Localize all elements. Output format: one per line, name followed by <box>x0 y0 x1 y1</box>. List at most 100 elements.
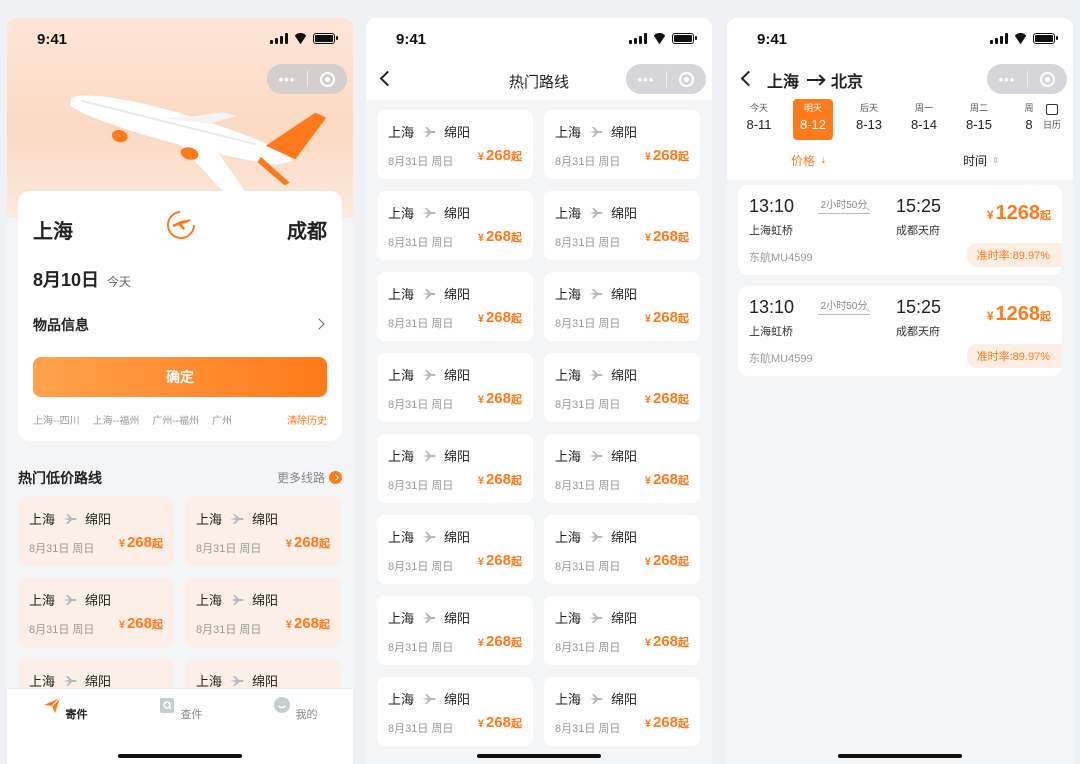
plane-icon <box>63 675 77 686</box>
history-item[interactable]: 广州 <box>212 412 232 427</box>
route-card[interactable]: 上海 绵阳 8月31日 周日 ¥268 起 <box>377 515 533 584</box>
history-item[interactable]: 上海--四川 <box>33 412 80 427</box>
route-card[interactable]: 上海 绵阳 8月31日 周日 ¥268 起 <box>377 272 533 341</box>
route-card[interactable]: 上海 绵阳 8月31日 周日 ¥268 起 <box>544 191 700 260</box>
mini-program-capsule[interactable]: ••• <box>987 64 1067 94</box>
tab-track[interactable]: 查件 <box>150 695 210 722</box>
calendar-button[interactable]: 日历 <box>1039 104 1065 131</box>
route-to: 绵阳 <box>611 611 638 626</box>
confirm-button[interactable]: 确定 <box>33 357 327 397</box>
duration-arrow-icon <box>818 213 870 214</box>
mini-program-capsule[interactable]: ••• <box>626 64 706 94</box>
route-date: 8月31日 周日 <box>29 624 95 636</box>
date-tab[interactable]: 周一 8-14 <box>904 102 944 132</box>
close-target-icon[interactable] <box>667 71 706 87</box>
route-card[interactable]: 上海 绵阳 8月31日 周日 ¥268 起 <box>185 578 341 647</box>
route-card[interactable]: 上海 绵阳 8月31日 周日 ¥268 起 <box>544 677 700 746</box>
plane-icon <box>422 207 436 218</box>
route-title: 上海 北京 <box>767 68 863 92</box>
history-item[interactable]: 广州--福州 <box>152 412 199 427</box>
route-card[interactable]: 上海 绵阳 8月31日 周日 ¥268 起 <box>544 515 700 584</box>
route-card[interactable]: 上海 绵阳 8月31日 周日 ¥268 起 <box>544 110 700 179</box>
route-to: 绵阳 <box>611 206 638 221</box>
route-to: 绵阳 <box>252 593 279 608</box>
goods-info-row[interactable]: 物品信息 <box>33 315 327 335</box>
more-routes-label: 更多线路 <box>276 471 325 485</box>
more-dots-icon[interactable]: ••• <box>267 72 307 87</box>
route-date: 8月31日 周日 <box>555 480 621 492</box>
route-to: 绵阳 <box>444 287 471 302</box>
route-price: ¥268 起 <box>644 633 689 650</box>
route-card[interactable]: 上海 绵阳 8月31日 周日 ¥268 起 <box>544 353 700 422</box>
tab-mine[interactable]: 我的 <box>265 695 325 722</box>
departure-time: 13:10 <box>749 196 795 216</box>
route-price: ¥268 起 <box>644 552 689 569</box>
date-tab[interactable]: 后天 8-13 <box>849 102 889 132</box>
route-date: 8月31日 周日 <box>388 723 454 735</box>
tab-bar: 寄件 查件 我的 <box>7 688 353 764</box>
route-card[interactable]: 上海 绵阳 8月31日 周日 ¥268 起 <box>185 497 341 566</box>
date-selector[interactable]: 8月10日 今天 <box>33 266 131 292</box>
close-target-icon[interactable] <box>1028 71 1067 87</box>
chevron-right-icon <box>313 318 325 330</box>
to-city[interactable]: 成都 <box>287 215 327 244</box>
plane-icon <box>230 513 244 524</box>
route-price: ¥268 起 <box>285 615 330 632</box>
route-card[interactable]: 上海 绵阳 8月31日 周日 ¥268 起 <box>377 110 533 179</box>
route-date: 8月31日 周日 <box>388 237 454 249</box>
plane-icon <box>589 126 603 137</box>
sort-by-price[interactable]: 价格 ⇣ <box>791 152 827 169</box>
plane-icon <box>63 513 77 524</box>
route-date: 8月31日 周日 <box>555 561 621 573</box>
route-from: 上海 <box>388 692 415 707</box>
search-history: 上海--四川 上海--福州 广州--福州 广州 清除历史 <box>33 412 327 427</box>
route-to: 绵阳 <box>611 530 638 545</box>
route-from: 上海 <box>555 611 582 626</box>
route-card[interactable]: 上海 绵阳 8月31日 周日 ¥268 起 <box>544 272 700 341</box>
wifi-icon <box>1013 33 1028 44</box>
route-card[interactable]: 上海 绵阳 8月31日 周日 ¥268 起 <box>18 497 174 566</box>
route-card[interactable]: 上海 绵阳 8月31日 周日 ¥268 起 <box>544 596 700 665</box>
route-date: 8月31日 周日 <box>388 561 454 573</box>
route-card[interactable]: 上海 绵阳 8月31日 周日 ¥268 起 <box>377 677 533 746</box>
date-tab[interactable]: 明天 8-12 <box>793 99 833 140</box>
flight-card[interactable]: 13:10 上海虹桥 2小时50分 15:25 成都天府 ¥1268 起东航MU4599 准时… <box>738 185 1062 275</box>
from-city[interactable]: 上海 <box>33 215 73 244</box>
route-price: ¥268 起 <box>477 552 522 569</box>
status-time: 9:41 <box>37 31 68 48</box>
date-tab[interactable]: 周二 8-15 <box>959 102 999 132</box>
clear-history-button[interactable]: 清除历史 <box>283 412 327 427</box>
route-from: 上海 <box>388 125 415 140</box>
route-card[interactable]: 上海 绵阳 8月31日 周日 ¥268 起 <box>377 434 533 503</box>
sort-arrow-icon: ⇣ <box>820 156 827 165</box>
plane-icon <box>422 288 436 299</box>
history-item[interactable]: 上海--福州 <box>93 412 140 427</box>
date-tab[interactable]: 今天 8-11 <box>739 102 779 132</box>
route-from: 上海 <box>555 206 582 221</box>
route-price: ¥268 起 <box>644 147 689 164</box>
route-card[interactable]: 上海 绵阳 8月31日 周日 ¥268 起 <box>377 191 533 260</box>
route-card[interactable]: 上海 绵阳 8月31日 周日 ¥268 起 <box>377 596 533 665</box>
mini-program-capsule[interactable]: ••• <box>267 64 347 94</box>
close-target-icon[interactable] <box>308 71 347 87</box>
route-price: ¥268 起 <box>477 147 522 164</box>
more-routes-link[interactable]: 更多线路 <box>277 469 342 486</box>
sort-by-time[interactable]: 时间 ⇕ <box>963 152 999 169</box>
signal-icon <box>270 33 288 44</box>
plane-icon <box>422 126 436 137</box>
route-date: 8月31日 周日 <box>555 156 621 168</box>
route-card[interactable]: 上海 绵阳 8月31日 周日 ¥268 起 <box>18 578 174 647</box>
route-from: 上海 <box>388 368 415 383</box>
route-card[interactable]: 上海 绵阳 8月31日 周日 ¥268 起 <box>544 434 700 503</box>
route-date: 8月31日 周日 <box>388 318 454 330</box>
swap-route-icon[interactable] <box>165 209 197 241</box>
arrival-time: 15:25 <box>896 196 942 216</box>
more-dots-icon[interactable]: ••• <box>987 72 1027 87</box>
route-from: 上海 <box>767 74 800 91</box>
flight-card[interactable]: 13:10 上海虹桥 2小时50分 15:25 成都天府 ¥1268 起东航MU4599 准时… <box>738 286 1062 376</box>
route-price: ¥268 起 <box>285 534 330 551</box>
route-to: 绵阳 <box>611 368 638 383</box>
route-card[interactable]: 上海 绵阳 8月31日 周日 ¥268 起 <box>377 353 533 422</box>
more-dots-icon[interactable]: ••• <box>626 72 666 87</box>
tab-send[interactable]: 寄件 <box>35 695 95 722</box>
